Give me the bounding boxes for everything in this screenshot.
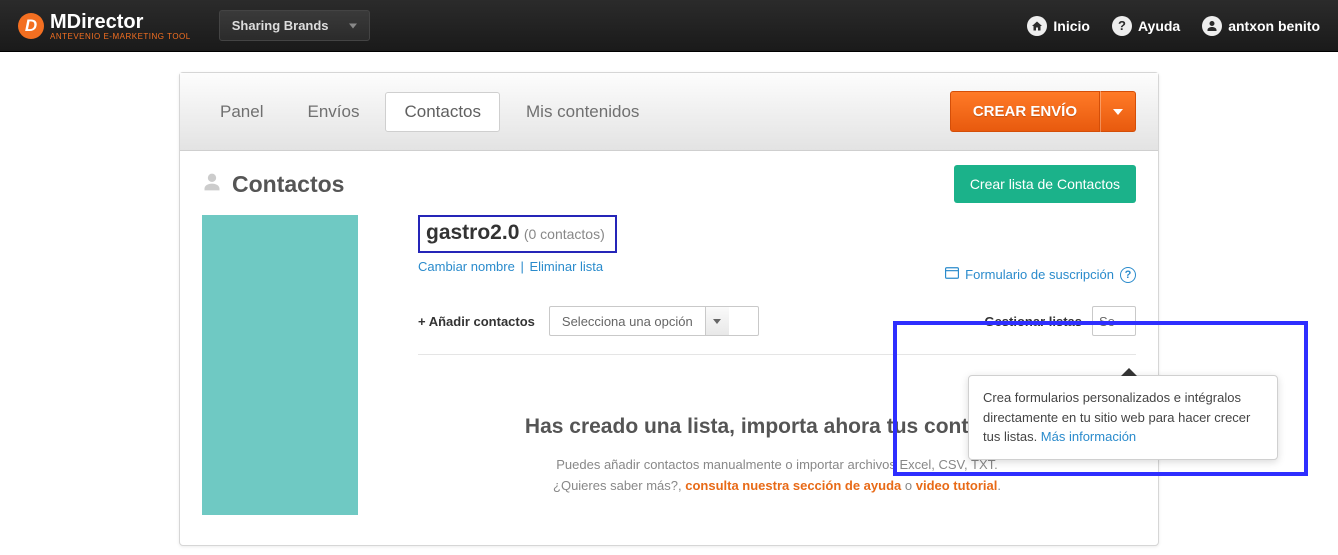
brand-dropdown[interactable]: Sharing Brands (219, 10, 370, 41)
add-contacts-label: + Añadir contactos (418, 314, 535, 329)
rename-list-link[interactable]: Cambiar nombre (418, 259, 515, 274)
logo-mark-icon: D (18, 13, 44, 39)
nav-help[interactable]: ? Ayuda (1112, 16, 1180, 36)
subscription-form-link[interactable]: Formulario de suscripción ? (945, 267, 1136, 283)
tab-mis-contenidos[interactable]: Mis contenidos (508, 93, 657, 131)
tooltip-more-link[interactable]: Más información (1041, 429, 1136, 444)
home-icon (1027, 16, 1047, 36)
tab-contactos[interactable]: Contactos (385, 92, 500, 132)
nav-user[interactable]: antxon benito (1202, 16, 1320, 36)
help-section-link[interactable]: consulta nuestra sección de ayuda (685, 478, 901, 493)
select-caret-icon (705, 307, 729, 335)
manage-lists-select-value: Se (1093, 314, 1121, 329)
caret-down-icon (1113, 109, 1123, 115)
user-avatar-icon (1202, 16, 1222, 36)
page-title: Contactos (232, 171, 344, 198)
delete-list-link[interactable]: Eliminar lista (529, 259, 603, 274)
caret-down-icon (349, 23, 357, 28)
separator: | (520, 259, 523, 274)
main-tabs: Panel Envíos Contactos Mis contenidos CR… (180, 73, 1158, 151)
manage-lists-select[interactable]: Se (1092, 306, 1136, 336)
subscription-form-tooltip: Crea formularios personalizados e intégr… (968, 375, 1278, 460)
tab-panel[interactable]: Panel (202, 93, 281, 131)
manage-lists-label: Gestionar listas (984, 314, 1082, 329)
help-badge-icon[interactable]: ? (1120, 267, 1136, 283)
list-name: gastro2.0 (426, 221, 519, 244)
subscription-form-label: Formulario de suscripción (965, 267, 1114, 282)
brand-dropdown-label: Sharing Brands (232, 18, 329, 33)
form-icon (945, 267, 959, 282)
nav-user-label: antxon benito (1228, 18, 1320, 34)
list-count: (0 contactos) (524, 226, 605, 242)
contacts-icon (202, 172, 222, 197)
create-list-button[interactable]: Crear lista de Contactos (954, 165, 1136, 203)
add-contacts-select-value: Selecciona una opción (550, 314, 705, 329)
logo-tagline: ANTEVENIO E-MARKETING TOOL (50, 32, 191, 41)
add-contacts-select[interactable]: Selecciona una opción (549, 306, 759, 336)
empty-description: Puedes añadir contactos manualmente o im… (418, 455, 1136, 497)
nav-help-label: Ayuda (1138, 18, 1180, 34)
top-navbar: D MDirector ANTEVENIO E-MARKETING TOOL S… (0, 0, 1338, 52)
help-icon: ? (1112, 16, 1132, 36)
list-name-box: gastro2.0 (0 contactos) (418, 215, 617, 253)
create-send-button[interactable]: CREAR ENVÍO (950, 91, 1100, 132)
tab-envios[interactable]: Envíos (289, 93, 377, 131)
logo-text: MDirector (50, 11, 143, 33)
create-send-dropdown[interactable] (1100, 91, 1136, 132)
logo[interactable]: D MDirector ANTEVENIO E-MARKETING TOOL (18, 11, 191, 41)
sidebar-placeholder (202, 215, 358, 515)
nav-home-label: Inicio (1053, 18, 1090, 34)
nav-home[interactable]: Inicio (1027, 16, 1090, 36)
video-tutorial-link[interactable]: video tutorial (916, 478, 998, 493)
